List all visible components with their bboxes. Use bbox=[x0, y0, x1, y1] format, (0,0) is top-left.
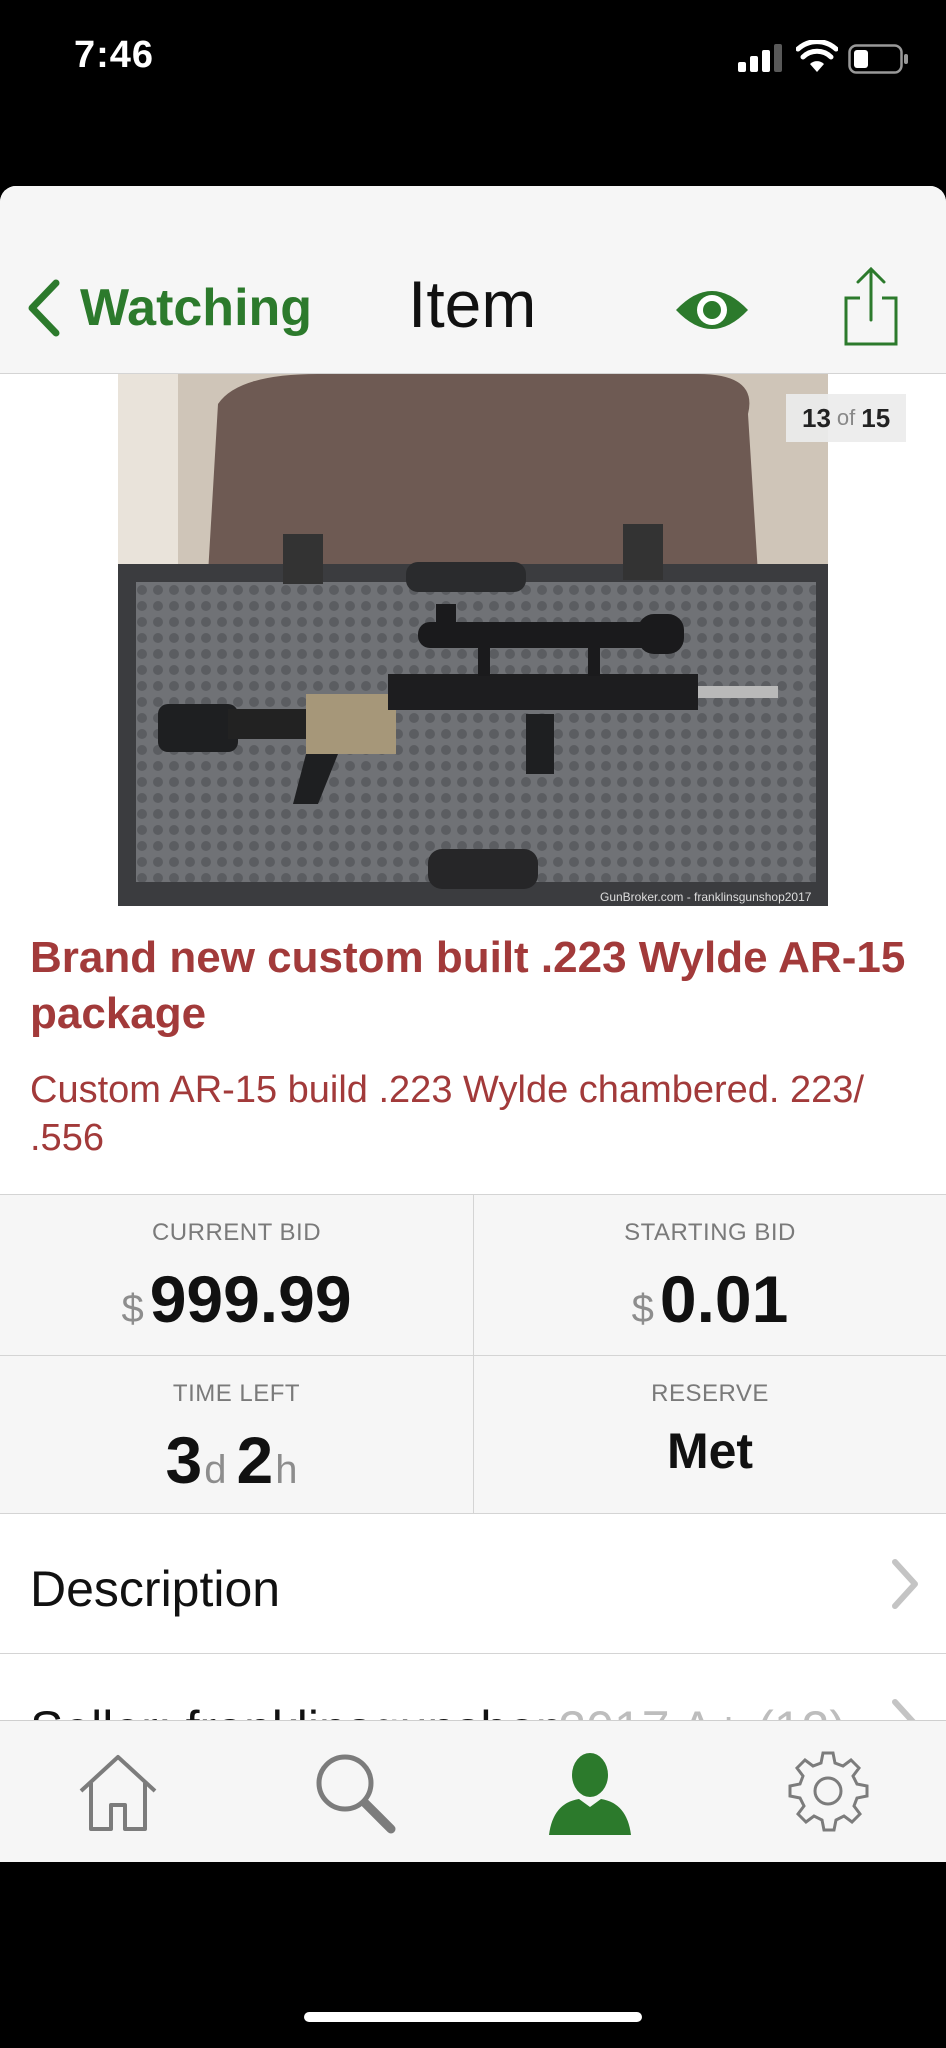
reserve-cell: RESERVE Met bbox=[473, 1355, 946, 1515]
gear-icon bbox=[788, 1751, 869, 1832]
item-title: Brand new custom built .223 Wylde AR-15 … bbox=[30, 933, 906, 1038]
time-left-cell: TIME LEFT 3 d 2 h bbox=[0, 1355, 473, 1515]
time-left-value: 3 d 2 h bbox=[0, 1422, 473, 1498]
photo-gallery[interactable]: 13 of 15 bbox=[0, 374, 946, 906]
currency-symbol: $ bbox=[121, 1287, 144, 1331]
photo-current: 13 bbox=[802, 402, 831, 433]
search-icon bbox=[316, 1754, 396, 1834]
tab-search[interactable] bbox=[236, 1721, 472, 1862]
back-label: Watching bbox=[80, 279, 313, 337]
reserve-value: Met bbox=[666, 1423, 754, 1479]
home-icon bbox=[79, 1755, 157, 1831]
item-subtitle: Custom AR-15 build .223 Wylde chambered.… bbox=[30, 1069, 864, 1159]
hours-unit: h bbox=[275, 1448, 298, 1492]
photo-of: of bbox=[836, 405, 856, 430]
tab-settings[interactable] bbox=[710, 1721, 946, 1862]
starting-bid-label: STARTING BID bbox=[624, 1219, 796, 1246]
navigation-bar: Watching Item bbox=[0, 186, 946, 374]
starting-bid-cell: STARTING BID $ 0.01 bbox=[473, 1195, 946, 1355]
home-indicator bbox=[304, 2012, 642, 2022]
time-left-hours: 2 bbox=[236, 1423, 274, 1497]
chevron-left-icon bbox=[28, 279, 60, 337]
currency-symbol: $ bbox=[631, 1287, 654, 1331]
share-icon[interactable] bbox=[840, 266, 902, 348]
eye-icon[interactable] bbox=[672, 282, 752, 338]
time-left-label: TIME LEFT bbox=[172, 1380, 301, 1407]
starting-bid-value: 0.01 bbox=[659, 1262, 789, 1336]
description-row[interactable]: Description bbox=[0, 1514, 946, 1654]
description-label: Description bbox=[30, 1561, 281, 1617]
status-time: 7:46 bbox=[74, 34, 155, 76]
chevron-right-icon bbox=[892, 1559, 918, 1609]
tab-bar bbox=[0, 1720, 946, 1862]
item-photo[interactable] bbox=[118, 374, 828, 906]
status-bar: 7:46 bbox=[0, 0, 946, 120]
current-bid-value-row: $ 999.99 bbox=[0, 1261, 473, 1337]
signal-icon bbox=[738, 44, 784, 72]
time-left-days: 3 bbox=[165, 1423, 203, 1497]
current-bid-cell: CURRENT BID $ 999.99 bbox=[0, 1195, 473, 1355]
back-button[interactable]: Watching bbox=[24, 274, 312, 342]
screen: 7:46 Watching Item 13 of 15 GunBroker.co… bbox=[0, 0, 946, 2048]
photo-watermark: GunBroker.com - franklinsgunshop2017 bbox=[600, 890, 812, 904]
item-sheet: Watching Item 13 of 15 GunBroker.com - f… bbox=[0, 186, 946, 1862]
current-bid-value: 999.99 bbox=[149, 1262, 352, 1336]
tab-home[interactable] bbox=[0, 1721, 236, 1862]
battery-icon bbox=[848, 44, 908, 74]
reserve-value-row: Met bbox=[474, 1422, 946, 1480]
bid-summary-grid: CURRENT BID $ 999.99 STARTING BID $ 0.01… bbox=[0, 1194, 946, 1515]
wifi-icon bbox=[796, 40, 838, 72]
photo-total: 15 bbox=[861, 402, 891, 433]
reserve-label: RESERVE bbox=[651, 1380, 769, 1407]
starting-bid-value-row: $ 0.01 bbox=[474, 1261, 946, 1337]
person-icon bbox=[549, 1753, 631, 1835]
rifle-photo-illustration bbox=[118, 374, 828, 906]
current-bid-label: CURRENT BID bbox=[151, 1219, 322, 1246]
page-title: Item bbox=[408, 267, 537, 341]
photo-counter: 13 of 15 bbox=[786, 394, 907, 442]
days-unit: d bbox=[204, 1448, 227, 1492]
tab-account[interactable] bbox=[472, 1721, 708, 1862]
